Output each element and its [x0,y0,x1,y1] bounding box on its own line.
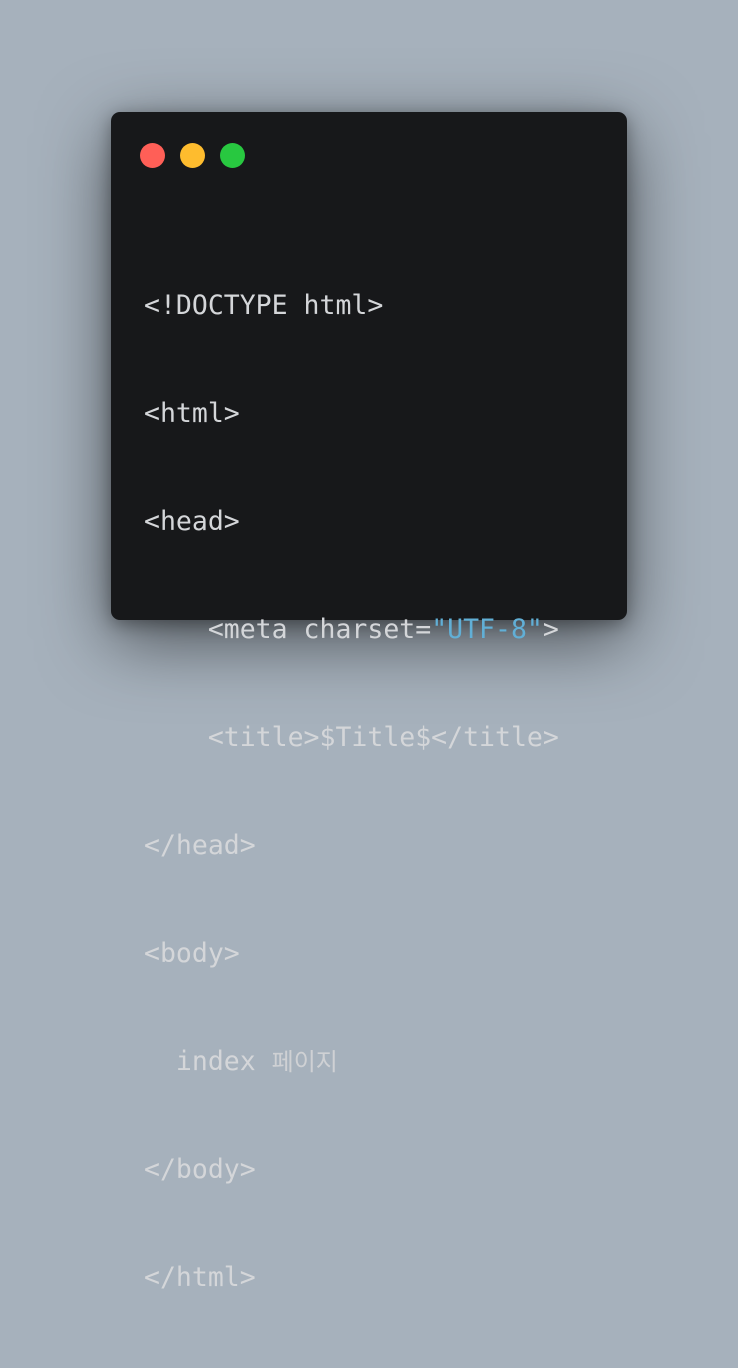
code-line-doctype: <!DOCTYPE html> [144,288,559,324]
code-text: > [542,614,559,645]
code-line-meta: <meta charset="UTF-8"> [144,612,559,648]
code-line-head-open: <head> [144,504,559,540]
code-line-html-open: <html> [144,396,559,432]
code-line-html-close: </html> [144,1260,559,1296]
code-text: </body> [144,1154,256,1185]
code-block: <!DOCTYPE html> <html> <head> <meta char… [144,216,559,1368]
code-korean-text: 페이지 [271,1048,338,1076]
code-line-title: <title>$Title$</title> [144,720,559,756]
code-text: index [144,1046,272,1077]
code-text: <html> [144,398,240,429]
code-line-body-open: <body> [144,936,559,972]
code-window: <!DOCTYPE html> <html> <head> <meta char… [111,112,627,1293]
code-text: <meta charset= [144,614,432,645]
code-line-head-close: </head> [144,828,559,864]
code-text: <!DOCTYPE html> [144,290,384,321]
minimize-dot-icon[interactable] [180,143,205,168]
code-text: </html> [144,1262,256,1293]
code-text: <body> [144,938,240,969]
code-line-body-close: </body> [144,1152,559,1188]
code-line-body-content: index 페이지 [144,1044,559,1080]
code-text: </head> [144,830,256,861]
close-dot-icon[interactable] [140,143,165,168]
code-string: "UTF-8" [431,614,543,645]
code-text: <title>$Title$</title> [144,722,559,753]
zoom-dot-icon[interactable] [220,143,245,168]
code-text: <head> [144,506,240,537]
